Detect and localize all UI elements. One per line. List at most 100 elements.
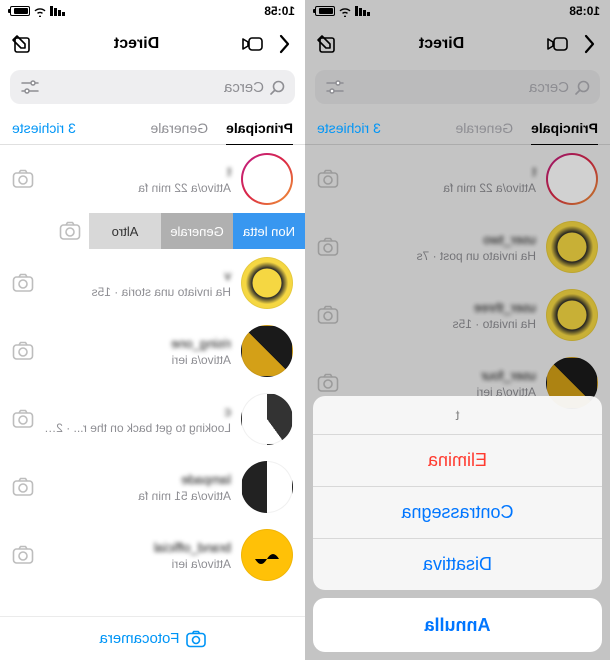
compose-icon[interactable] [315,34,337,54]
search-placeholder: Cerca [351,79,569,96]
camera-icon[interactable] [12,409,34,429]
wifi-icon [33,6,47,17]
dm-username: t [44,164,231,179]
dm-row[interactable]: user_three Ha inviato · 15s [305,281,610,349]
dm-row-swiped: Non letta Generale Altro [0,213,305,249]
dm-username: rising_one [44,336,231,351]
tab-primary[interactable]: Principale [226,112,293,144]
back-chevron-icon[interactable] [578,34,600,54]
compose-icon[interactable] [10,34,32,54]
avatar[interactable] [241,529,293,581]
camera-icon[interactable] [317,305,339,325]
swipe-general[interactable]: Generale [161,213,233,249]
signal-icon [50,6,65,16]
search-placeholder: Cerca [46,79,264,96]
tab-general[interactable]: Generale [150,112,208,144]
dm-subtitle: Attivo/a 22 min fa [44,181,231,195]
dm-username: v [44,268,231,283]
camera-icon[interactable] [12,273,34,293]
battery-icon [315,6,335,16]
dm-subtitle: Attivo/a 22 min fa [349,181,536,195]
screen-swipe: 10:58 Direct Cerca Principale Generale 3… [0,0,305,660]
avatar[interactable] [546,289,598,341]
action-sheet: t Elimina Contrassegna Disattiva Annulla [313,396,602,652]
status-bar: 10:58 [305,0,610,22]
avatar[interactable] [241,325,293,377]
dm-subtitle: Attivo/a 51 min fa [44,489,231,503]
camera-icon[interactable] [317,169,339,189]
status-time: 10:58 [264,4,295,18]
dm-username: user_three [349,300,536,315]
camera-icon[interactable] [12,341,34,361]
dm-row[interactable]: v Ha inviato una storia · 15s [0,249,305,317]
screen-actionsheet: 10:58 Direct Cerca Principale Generale 3… [305,0,610,660]
avatar[interactable] [546,221,598,273]
camera-icon[interactable] [317,373,339,393]
search-field[interactable]: Cerca [10,70,295,104]
dm-list: t Attivo/a 22 min fa Non letta Generale A… [0,145,305,616]
dm-username: brand_official [44,540,231,555]
dm-subtitle: Attivo/a ieri [44,557,231,571]
signal-icon [355,6,370,16]
tab-requests[interactable]: 3 richieste [317,112,381,144]
dm-subtitle: Looking to get back on the r... · 24s [44,421,231,435]
dm-row[interactable]: lampade Attivo/a 51 min fa [0,453,305,521]
avatar[interactable] [241,257,293,309]
sheet-delete[interactable]: Elimina [313,434,602,486]
search-icon [575,80,590,95]
avatar[interactable] [241,461,293,513]
status-time: 10:58 [569,4,600,18]
status-bar: 10:58 [0,0,305,22]
camera-icon[interactable] [12,545,34,565]
status-indicators [315,6,370,17]
dm-row[interactable]: brand_official Attivo/a ieri [0,521,305,589]
video-call-icon[interactable] [241,36,263,52]
tab-general[interactable]: Generale [455,112,513,144]
sheet-cancel[interactable]: Annulla [313,598,602,652]
battery-icon [10,6,30,16]
nav-title: Direct [42,35,231,53]
wifi-icon [338,6,352,17]
filter-icon[interactable] [20,80,40,94]
back-chevron-icon[interactable] [273,34,295,54]
tab-requests[interactable]: 3 richieste [12,112,76,144]
dm-username: user_two [349,232,536,247]
dm-row[interactable]: t Attivo/a 22 min fa [0,145,305,213]
search-icon [270,80,285,95]
camera-icon[interactable] [59,221,81,241]
status-indicators [10,6,65,17]
nav-title: Direct [347,35,536,53]
dm-username: lampade [44,472,231,487]
search-field[interactable]: Cerca [315,70,600,104]
nav-bar: Direct [0,22,305,66]
filter-icon[interactable] [325,80,345,94]
dm-row[interactable]: c Looking to get back on the r... · 24s [0,385,305,453]
tab-primary[interactable]: Principale [531,112,598,144]
dm-subtitle: Ha inviato · 15s [349,317,536,331]
camera-footer-label: Fotocamera [99,630,179,647]
camera-footer[interactable]: Fotocamera [0,616,305,660]
dm-row[interactable]: t Attivo/a 22 min fa [305,145,610,213]
sheet-mute[interactable]: Disattiva [313,538,602,590]
nav-bar: Direct [305,22,610,66]
dm-username: c [44,404,231,419]
camera-icon[interactable] [12,169,34,189]
camera-icon[interactable] [317,237,339,257]
dm-subtitle: Ha inviato un post · 7s [349,249,536,263]
dm-tabs: Principale Generale 3 richieste [305,112,610,145]
sheet-flag[interactable]: Contrassegna [313,486,602,538]
video-call-icon[interactable] [546,36,568,52]
dm-row[interactable]: rising_one Attivo/a ieri [0,317,305,385]
dm-subtitle: Attivo/a ieri [44,353,231,367]
camera-icon[interactable] [12,477,34,497]
dm-username: t [349,164,536,179]
dm-subtitle: Ha inviato una storia · 15s [44,285,231,299]
avatar[interactable] [241,153,293,205]
avatar[interactable] [546,153,598,205]
swipe-unread[interactable]: Non letta [233,213,305,249]
avatar[interactable] [241,393,293,445]
dm-row[interactable]: user_two Ha inviato un post · 7s [305,213,610,281]
sheet-header: t [313,396,602,434]
dm-username: user_four [349,368,536,383]
swipe-more[interactable]: Altro [89,213,161,249]
